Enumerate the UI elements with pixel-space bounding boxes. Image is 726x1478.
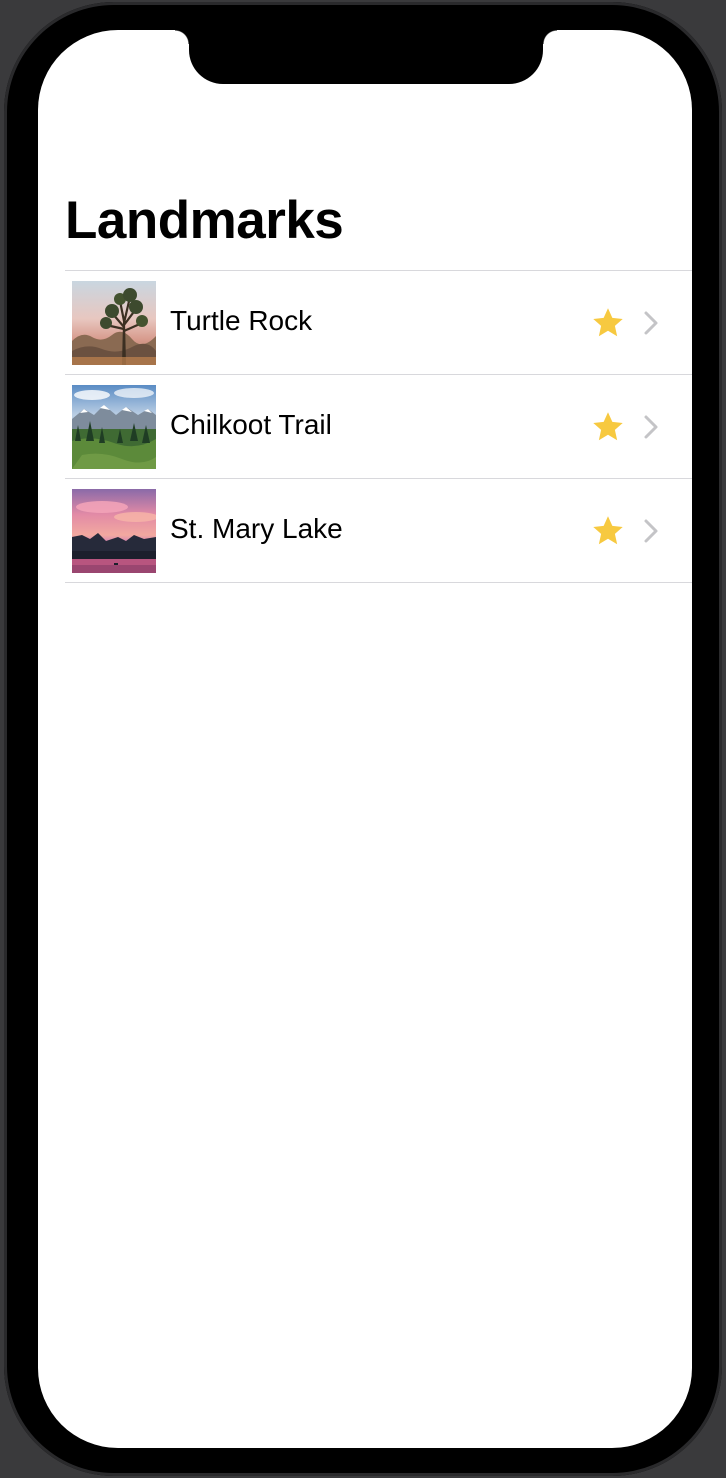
- landmark-name: St. Mary Lake: [170, 513, 343, 544]
- landmark-thumbnail: [72, 281, 156, 365]
- device-frame: Landmarks Turtle Rock Chilkoot Trail St.…: [0, 0, 726, 1478]
- landmark-list: Turtle Rock Chilkoot Trail St. Mary Lake: [65, 270, 692, 583]
- landmark-row-chilkoot-trail[interactable]: Chilkoot Trail: [65, 375, 692, 479]
- landmark-row-st-mary-lake[interactable]: St. Mary Lake: [65, 479, 692, 583]
- snowy-mountains-image: [72, 385, 156, 469]
- star-fill-icon: [593, 308, 623, 337]
- device-body: Landmarks Turtle Rock Chilkoot Trail St.…: [4, 2, 722, 1476]
- chevron-right-icon: [644, 415, 658, 439]
- app-screen: Landmarks Turtle Rock Chilkoot Trail St.…: [38, 30, 692, 1448]
- star-fill-icon: [593, 516, 623, 545]
- chevron-right-icon: [644, 311, 658, 335]
- landmark-thumbnail: [72, 489, 156, 573]
- landmark-row-turtle-rock[interactable]: Turtle Rock: [65, 271, 692, 375]
- page-title: Landmarks: [65, 191, 344, 250]
- sunset-lake-image: [72, 489, 156, 573]
- chevron-right-icon: [644, 519, 658, 543]
- star-fill-icon: [593, 412, 623, 441]
- landmark-name: Turtle Rock: [170, 305, 313, 336]
- landmark-name: Chilkoot Trail: [170, 409, 332, 440]
- device-notch: [175, 30, 557, 84]
- joshua-tree-image: [72, 281, 156, 365]
- landmark-thumbnail: [72, 385, 156, 469]
